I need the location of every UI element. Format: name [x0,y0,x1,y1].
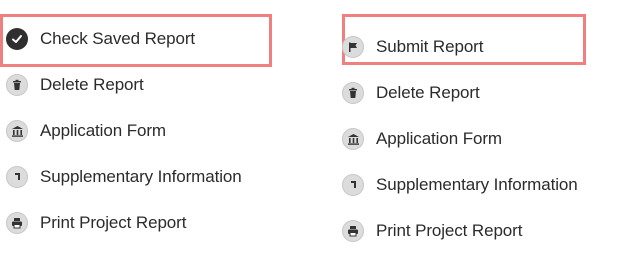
menu-item-label: Supplementary Information [376,175,578,194]
menu-item-delete-report[interactable]: Delete Report [342,70,578,116]
corner-arrow-icon [342,174,364,196]
printer-icon [6,212,28,234]
flag-icon [342,36,364,58]
building-icon [6,120,28,142]
menu-item-label: Check Saved Report [40,29,196,48]
right-report-menu: Submit Report Delete Report Application … [342,24,578,254]
menu-item-label: Print Project Report [40,213,187,232]
trash-icon [6,74,28,96]
menu-item-supplementary-information[interactable]: Supplementary Information [342,162,578,208]
menu-item-label: Print Project Report [376,221,523,240]
menu-item-label: Application Form [40,121,166,140]
menu-item-supplementary-information[interactable]: Supplementary Information [6,154,242,200]
menu-item-label: Delete Report [376,83,480,102]
menu-item-application-form[interactable]: Application Form [6,108,242,154]
menu-item-label: Delete Report [40,75,144,94]
menu-item-print-project-report[interactable]: Print Project Report [6,200,242,246]
menu-item-check-saved-report[interactable]: Check Saved Report [6,16,242,62]
corner-arrow-icon [6,166,28,188]
menu-item-submit-report[interactable]: Submit Report [342,24,578,70]
menu-item-application-form[interactable]: Application Form [342,116,578,162]
menu-item-label: Supplementary Information [40,167,242,186]
check-circle-icon [6,28,28,50]
left-report-menu: Check Saved Report Delete Report Applica… [6,16,242,246]
menu-item-label: Submit Report [376,37,484,56]
printer-icon [342,220,364,242]
menu-item-label: Application Form [376,129,502,148]
trash-icon [342,82,364,104]
menu-item-delete-report[interactable]: Delete Report [6,62,242,108]
building-icon [342,128,364,150]
menu-item-print-project-report[interactable]: Print Project Report [342,208,578,254]
